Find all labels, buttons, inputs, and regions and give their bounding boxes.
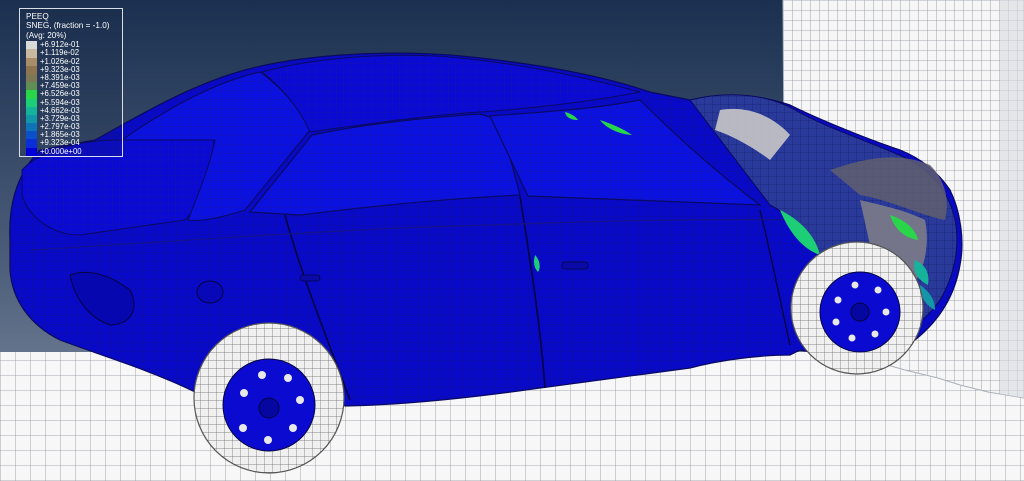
legend-swatch xyxy=(26,57,37,66)
rear-wheel-icon xyxy=(193,322,345,474)
crash-simulation-scene[interactable] xyxy=(0,0,1024,481)
legend-variable: PEEQ xyxy=(26,12,49,21)
legend-swatch xyxy=(26,41,37,50)
legend-swatch xyxy=(26,65,37,74)
legend-swatch xyxy=(26,49,37,58)
legend-swatch xyxy=(26,114,37,124)
legend-swatch xyxy=(26,139,37,148)
legend-swatch xyxy=(26,73,37,83)
legend-averaging: (Avg: 20%) xyxy=(26,30,67,40)
legend-color-scale: +6.912e-01 +1.119e-02 +1.026e-02 +9.323e-03… xyxy=(26,41,118,156)
legend-swatch xyxy=(26,82,37,91)
contour-legend[interactable]: PEEQ SNEG, (fraction = -1.0) (Avg: 20%) … xyxy=(19,8,123,157)
legend-value: +0.000e+00 xyxy=(40,146,82,156)
legend-swatch xyxy=(26,147,37,156)
legend-swatch xyxy=(26,131,37,140)
legend-swatch xyxy=(26,90,37,99)
legend-swatch xyxy=(26,123,37,132)
legend-swatch xyxy=(26,106,37,115)
legend-swatch xyxy=(26,98,37,107)
abaqus-viewport[interactable]: PEEQ SNEG, (fraction = -1.0) (Avg: 20%) … xyxy=(0,0,1024,481)
legend-row: +0.000e+00 xyxy=(26,146,118,156)
legend-section-point: SNEG, (fraction = -1.0) xyxy=(26,21,110,31)
front-wheel-icon xyxy=(790,241,924,375)
